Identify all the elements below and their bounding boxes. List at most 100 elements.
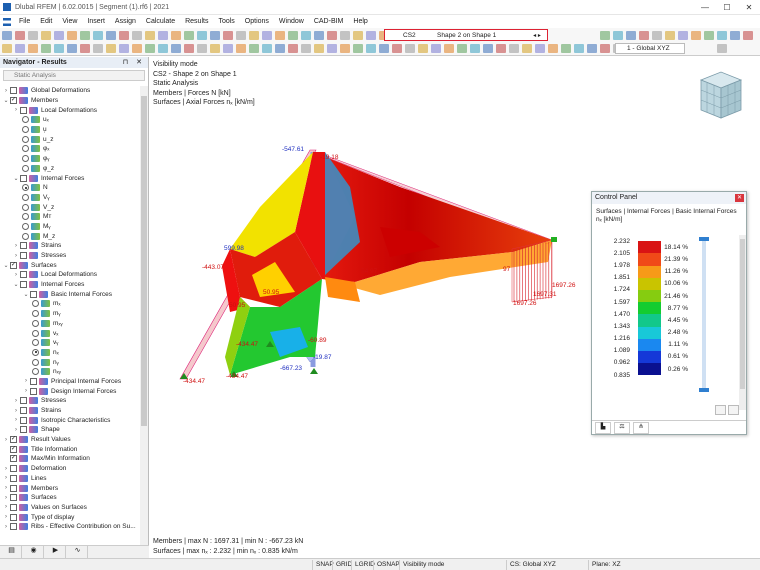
navigator-scrollbar[interactable] xyxy=(140,86,148,545)
tree-checkbox[interactable]: ✓ xyxy=(10,97,17,105)
toolbar-button-icon[interactable] xyxy=(638,30,649,40)
tree-radio[interactable] xyxy=(22,164,29,172)
tree-item[interactable]: vₓ xyxy=(0,328,140,338)
menu-assign[interactable]: Assign xyxy=(110,18,141,25)
tree-item[interactable]: Mт xyxy=(0,212,140,222)
snap-toggle[interactable]: SNAP xyxy=(312,560,334,570)
toolbar-button-icon[interactable] xyxy=(703,30,714,40)
toolbar-button-icon[interactable] xyxy=(66,44,77,53)
toolbar-button-icon[interactable] xyxy=(365,44,376,53)
tree-item[interactable]: ⌄ Internal Forces xyxy=(0,173,140,183)
expand-icon[interactable]: › xyxy=(2,88,10,94)
tree-item[interactable]: › Type of display xyxy=(0,512,140,522)
tree-item[interactable]: › Values on Surfaces xyxy=(0,503,140,513)
tree-radio[interactable] xyxy=(22,193,29,201)
support-icon[interactable] xyxy=(551,237,557,242)
close-icon[interactable]: ✕ xyxy=(735,194,744,202)
tree-checkbox[interactable] xyxy=(20,242,27,250)
toolbar-button-icon[interactable] xyxy=(313,44,324,53)
tree-radio[interactable] xyxy=(32,339,39,347)
tree-item[interactable]: › Lines xyxy=(0,474,140,484)
tree-checkbox[interactable] xyxy=(30,290,37,298)
load-case-selector[interactable]: CS2 Shape 2 on Shape 1 ◂ ▸ xyxy=(384,29,548,41)
toolbar-button-icon[interactable] xyxy=(14,30,25,40)
toolbar-button-icon[interactable] xyxy=(469,44,480,53)
expand-icon[interactable]: › xyxy=(2,504,10,510)
toolbar-button-icon[interactable] xyxy=(456,44,467,53)
toolbar-button-icon[interactable] xyxy=(248,44,259,53)
tree-item[interactable]: › Local Deformations xyxy=(0,105,140,115)
toolbar-button-icon[interactable] xyxy=(625,30,636,40)
view-tab-icon[interactable]: ◉ xyxy=(24,546,44,558)
toolbar-button-icon[interactable] xyxy=(157,44,168,53)
toolbar-button-icon[interactable] xyxy=(430,44,441,53)
toolbar-button-icon[interactable] xyxy=(235,44,246,53)
toolbar-button-icon[interactable] xyxy=(664,30,675,40)
menu-calculate[interactable]: Calculate xyxy=(141,18,180,25)
toolbar-button-icon[interactable] xyxy=(677,30,688,40)
expand-icon[interactable]: › xyxy=(2,524,10,530)
expand-icon[interactable]: › xyxy=(2,466,10,472)
tree-item[interactable]: › Strains xyxy=(0,406,140,416)
tree-checkbox[interactable]: ✓ xyxy=(10,455,17,463)
toolbar-button-icon[interactable] xyxy=(40,44,51,53)
toolbar-button-icon[interactable] xyxy=(612,30,623,40)
control-panel-scrollbar[interactable] xyxy=(739,235,746,410)
toolbar-button-icon[interactable] xyxy=(66,30,77,40)
tree-checkbox[interactable]: ✓ xyxy=(10,445,17,453)
toolbar-button-icon[interactable] xyxy=(1,44,12,53)
tree-item[interactable]: › Principal Internal Forces xyxy=(0,377,140,387)
toolbar-button-icon[interactable] xyxy=(274,30,285,40)
expand-icon[interactable]: › xyxy=(2,475,10,481)
tree-item[interactable]: φ_z xyxy=(0,164,140,174)
tree-item[interactable]: mₓ xyxy=(0,299,140,309)
tree-checkbox[interactable] xyxy=(20,416,27,424)
toolbar-button-icon[interactable] xyxy=(326,44,337,53)
toolbar-button-icon[interactable] xyxy=(404,44,415,53)
tree-item[interactable]: uₓ xyxy=(0,115,140,125)
tree-item[interactable]: › Deformation xyxy=(0,464,140,474)
toolbar-button-icon[interactable] xyxy=(547,44,558,53)
expand-icon[interactable]: › xyxy=(12,107,20,113)
toolbar-button-icon[interactable] xyxy=(183,30,194,40)
tree-item[interactable]: ✓ Title Information xyxy=(0,444,140,454)
toolbar-button-icon[interactable] xyxy=(27,30,38,40)
tree-item[interactable]: › Surfaces xyxy=(0,493,140,503)
expand-icon[interactable]: › xyxy=(12,417,20,423)
expand-icon[interactable]: › xyxy=(2,485,10,491)
toolbar-button-icon[interactable] xyxy=(508,44,519,53)
tree-item[interactable]: › Strains xyxy=(0,241,140,251)
toolbar-button-icon[interactable] xyxy=(326,30,337,40)
expand-icon[interactable]: › xyxy=(22,388,30,394)
tree-radio[interactable] xyxy=(22,126,29,134)
expand-icon[interactable]: ⌄ xyxy=(12,175,20,182)
toolbar-button-icon[interactable] xyxy=(482,44,493,53)
toolbar-button-icon[interactable] xyxy=(144,44,155,53)
menu-edit[interactable]: Edit xyxy=(35,18,57,25)
toolbar-button-icon[interactable] xyxy=(599,30,610,40)
tree-item[interactable]: ✓ Max/Min Information xyxy=(0,454,140,464)
tree-item[interactable]: › Global Deformations xyxy=(0,86,140,96)
coordinate-system-select[interactable]: 1 - Global XYZ xyxy=(615,43,685,54)
filter-tab-icon[interactable]: ⋔ xyxy=(633,422,649,434)
toolbar-button-icon[interactable] xyxy=(118,30,129,40)
toolbar-button-icon[interactable] xyxy=(443,44,454,53)
tree-radio[interactable] xyxy=(32,319,39,327)
toolbar-button-icon[interactable] xyxy=(365,30,376,40)
tree-radio[interactable] xyxy=(32,300,39,308)
tree-item[interactable]: φₓ xyxy=(0,144,140,154)
toolbar-button-icon[interactable] xyxy=(1,30,12,40)
tree-item[interactable]: Mᵧ xyxy=(0,222,140,232)
toolbar-button-icon[interactable] xyxy=(79,30,90,40)
tree-radio[interactable] xyxy=(22,116,29,124)
toolbar-button-icon[interactable] xyxy=(690,30,701,40)
grid-toggle[interactable]: GRID xyxy=(332,560,352,570)
tree-checkbox[interactable] xyxy=(20,271,27,279)
tree-item[interactable]: M_z xyxy=(0,231,140,241)
tree-item[interactable]: › Design Internal Forces xyxy=(0,386,140,396)
maximize-icon[interactable]: ☐ xyxy=(716,3,738,12)
toolbar-button-icon[interactable] xyxy=(300,44,311,53)
color-scale-tab-icon[interactable]: ▙ xyxy=(595,422,611,434)
tree-item[interactable]: nᵧ xyxy=(0,357,140,367)
toolbar-button-icon[interactable] xyxy=(105,44,116,53)
